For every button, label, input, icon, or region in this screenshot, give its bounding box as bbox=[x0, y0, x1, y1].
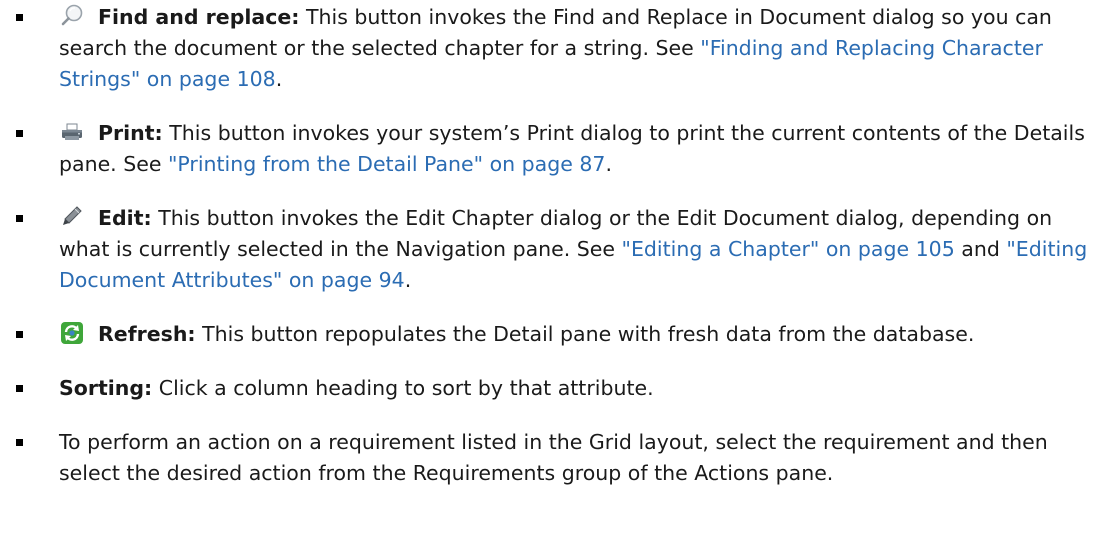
item-text-end: . bbox=[605, 152, 612, 176]
bullet-marker bbox=[16, 130, 23, 137]
pen-icon bbox=[59, 204, 85, 230]
list-item-print: Print: This button invokes your system’s… bbox=[0, 118, 1104, 180]
item-text: This button repopulates the Detail pane … bbox=[195, 322, 975, 346]
refresh-icon bbox=[59, 320, 85, 346]
list-item-find-replace: Find and replace: This button invokes th… bbox=[0, 2, 1104, 95]
item-title: Find and replace: bbox=[98, 5, 300, 29]
bullet-marker bbox=[16, 439, 23, 446]
list-item-refresh: Refresh: This button repopulates the Det… bbox=[0, 319, 1104, 350]
list-item-grid-action: To perform an action on a requirement li… bbox=[0, 427, 1104, 489]
item-title: Edit: bbox=[98, 206, 152, 230]
magnifier-icon bbox=[59, 3, 85, 29]
bullet-marker bbox=[16, 331, 23, 338]
item-text: Click a column heading to sort by that a… bbox=[152, 376, 654, 400]
item-text-end: . bbox=[404, 268, 412, 292]
bullet-marker bbox=[16, 215, 23, 222]
printer-icon bbox=[59, 119, 85, 145]
item-title: Print: bbox=[98, 121, 163, 145]
cross-reference-link[interactable]: "Editing a Chapter" on page 105 bbox=[622, 237, 955, 261]
item-text-end: . bbox=[275, 67, 283, 91]
list-item-edit: Edit: This button invokes the Edit Chapt… bbox=[0, 203, 1104, 296]
cross-reference-link[interactable]: "Printing from the Detail Pane" on page … bbox=[168, 152, 606, 176]
item-text: To perform an action on a requirement li… bbox=[59, 430, 1048, 485]
item-title: Refresh: bbox=[98, 322, 196, 346]
bullet-marker bbox=[16, 14, 23, 21]
bullet-list: Find and replace: This button invokes th… bbox=[0, 2, 1104, 489]
list-item-sorting: Sorting: Click a column heading to sort … bbox=[0, 373, 1104, 404]
bullet-marker bbox=[16, 385, 23, 392]
item-title: Sorting: bbox=[59, 376, 153, 400]
item-text-middle: and bbox=[954, 237, 1007, 261]
